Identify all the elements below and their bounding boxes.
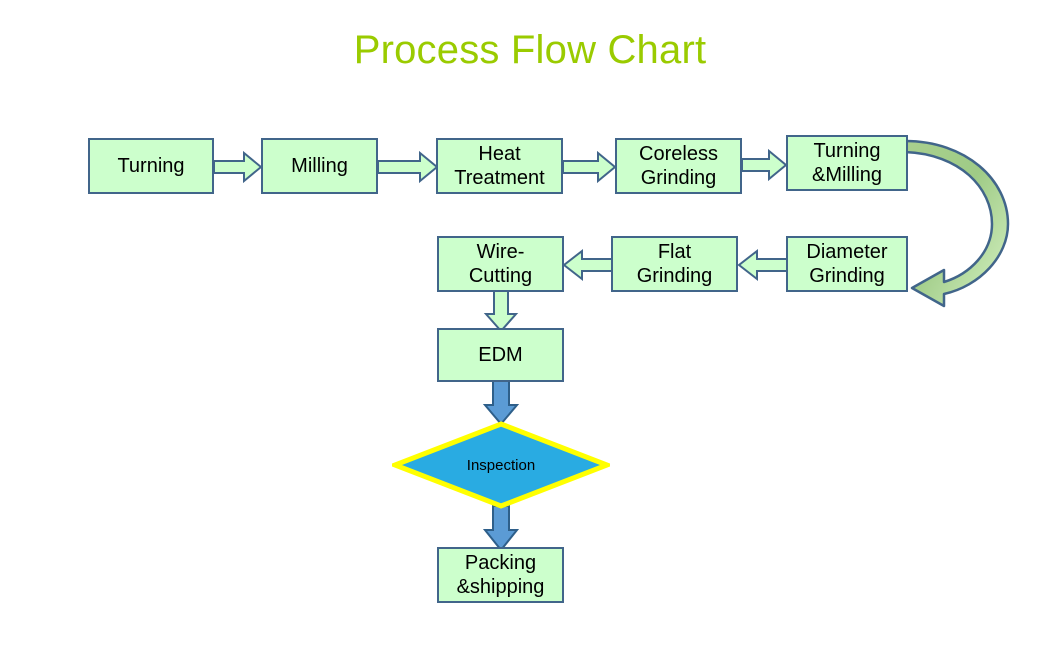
process-node-flat-grinding-label: Flat Grinding [636,241,713,287]
process-node-coreless-grinding-label: Coreless Grinding [639,143,718,189]
process-node-edm-label: EDM [478,344,523,366]
process-node-milling-label: Milling [291,155,348,177]
process-node-turning-milling-label: Turning &Milling [811,140,883,186]
process-node-flat-grinding[interactable]: Flat Grinding [611,236,738,292]
page-title: Process Flow Chart [353,28,707,72]
process-node-wire-cutting[interactable]: Wire- Cutting [437,236,564,292]
connector-wire-cutting-to-edm [483,289,519,333]
process-node-turning-label: Turning [117,155,185,177]
process-node-diameter-grinding-label: Diameter Grinding [806,241,888,287]
process-node-diameter-grinding[interactable]: Diameter Grinding [786,236,908,292]
process-node-turning-milling[interactable]: Turning &Milling [786,135,908,191]
connector-inspection-to-packing-shipping [482,505,520,552]
process-node-turning[interactable]: Turning [88,138,214,194]
connector-diameter-grinding-to-flat-grinding [737,248,788,282]
process-node-edm[interactable]: EDM [437,328,564,382]
process-node-packing-shipping[interactable]: Packing &shipping [437,547,564,603]
connector-flat-grinding-to-wire-cutting [562,248,613,282]
process-node-heat-treatment-label: Heat Treatment [454,143,545,189]
connector-turning-milling-to-diameter-grinding [900,139,1020,308]
process-node-milling[interactable]: Milling [261,138,378,194]
connector-milling-to-heat-treatment [377,150,439,184]
process-node-coreless-grinding[interactable]: Coreless Grinding [615,138,742,194]
decision-node-inspection[interactable]: Inspection [392,421,610,509]
process-node-heat-treatment[interactable]: Heat Treatment [436,138,563,194]
connector-coreless-grinding-to-turning-milling [741,148,788,182]
process-flow-chart-canvas: Process Flow Chart Turning Milling Heat … [0,0,1060,657]
connector-edm-to-inspection [482,380,520,426]
process-node-wire-cutting-label: Wire- Cutting [468,241,533,287]
connector-turning-to-milling [213,150,263,184]
connector-heat-treatment-to-coreless-grinding [562,150,617,184]
process-node-packing-shipping-label: Packing &shipping [456,552,545,598]
